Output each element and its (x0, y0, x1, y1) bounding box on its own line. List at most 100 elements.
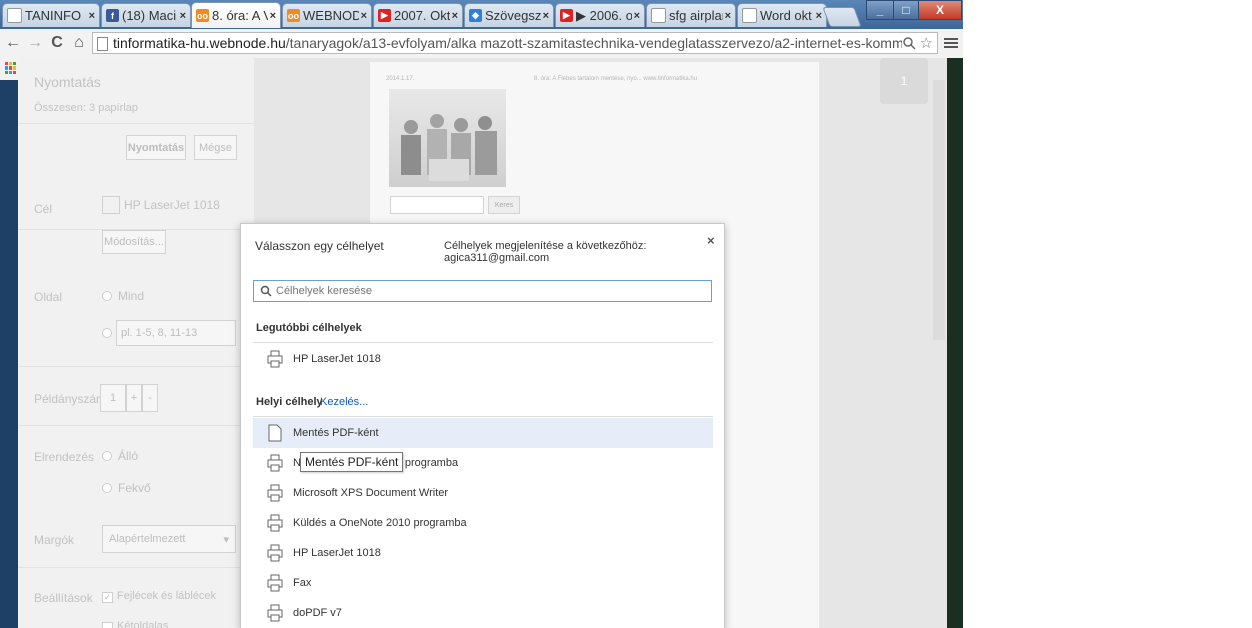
tab-active-lesson[interactable]: oo 8. óra: A V × (191, 2, 281, 28)
tab-sfg-airplan[interactable]: sfg airplan × (646, 3, 736, 27)
forward-arrow-icon: → (27, 34, 43, 51)
destination-hp-laserjet[interactable]: HP LaserJet 1018 (253, 538, 713, 568)
destination-name: doPDF v7 (293, 607, 342, 619)
copies-input[interactable]: 1 (100, 384, 126, 412)
tooltip: Mentés PDF-ként (300, 452, 404, 472)
tab-title: Word okt (760, 8, 812, 23)
printer-icon (267, 604, 283, 622)
minimize-button[interactable]: _ (866, 0, 894, 20)
close-tab-icon[interactable]: × (270, 10, 276, 22)
tab-title: sfg airplan (669, 8, 723, 23)
search-input[interactable] (272, 285, 711, 297)
destination-label: Cél (34, 202, 53, 216)
destination-xps-writer[interactable]: Microsoft XPS Document Writer (253, 478, 713, 508)
divider (18, 366, 254, 367)
divider (18, 567, 254, 568)
tab-dropbox[interactable]: ◆ Szövegsz × (464, 3, 554, 27)
pages-custom-radio[interactable] (102, 328, 112, 338)
url-text: tinformatika-hu.webnode.hu/tanaryagok/a1… (113, 35, 902, 51)
recent-destination-item[interactable]: HP LaserJet 1018 (253, 344, 713, 374)
close-tab-icon[interactable]: × (634, 10, 640, 22)
cancel-button[interactable]: Mégse (194, 135, 237, 160)
tab-webnode[interactable]: oo WEBNOD × (282, 3, 372, 27)
destination-name: Mentés PDF-ként (293, 427, 379, 439)
destination-onenote-2010[interactable]: Küldés a OneNote 2010 programba (253, 508, 713, 538)
destination-value: HP LaserJet 1018 (124, 198, 220, 212)
document-icon (267, 424, 283, 442)
back-arrow-icon: ← (5, 34, 21, 51)
browser-window: TANINFO × f (18) Maci × oo 8. óra: A V ×… (0, 0, 963, 628)
divider (18, 229, 254, 230)
close-tab-icon[interactable]: × (361, 10, 367, 22)
margins-select[interactable]: Alapértelmezett ▾ (102, 525, 236, 553)
margins-label: Margók (34, 533, 75, 547)
copies-increment-button[interactable]: + (126, 384, 142, 412)
forward-button[interactable]: → (25, 33, 45, 53)
empty-screen-area (963, 0, 1252, 628)
manage-link[interactable]: Kezelés... (320, 396, 368, 408)
tab-facebook[interactable]: f (18) Maci × (101, 3, 191, 27)
tab-word[interactable]: Word okt × (737, 3, 827, 27)
pages-all-radio[interactable] (102, 291, 112, 301)
pages-label: Oldal (34, 290, 63, 304)
back-button[interactable]: ← (3, 33, 23, 53)
reload-button[interactable]: C (47, 33, 67, 53)
close-tab-icon[interactable]: × (725, 10, 731, 22)
tab-taninfo[interactable]: TANINFO × (2, 3, 100, 27)
destination-search[interactable] (253, 280, 712, 302)
copies-label: Példányszám (34, 392, 107, 406)
destination-name: HP LaserJet 1018 (293, 353, 381, 365)
account-info: Célhelyek megjelenítése a következőhöz: … (444, 240, 647, 264)
printer-icon (267, 454, 283, 472)
preview-search-input (390, 196, 484, 214)
layout-portrait-radio[interactable] (102, 451, 112, 461)
two-sided-checkbox[interactable] (102, 622, 113, 628)
destination-fax[interactable]: Fax (253, 568, 713, 598)
close-tab-icon[interactable]: × (452, 10, 458, 22)
copies-decrement-button[interactable]: - (142, 384, 158, 412)
destination-dopdf[interactable]: doPDF v7 (253, 598, 713, 628)
close-window-button[interactable]: X (918, 0, 962, 20)
layout-portrait-label: Álló (118, 449, 139, 463)
change-destination-button[interactable]: Módosítás... (102, 230, 166, 254)
page-number-thumbnail[interactable]: 1 (880, 58, 928, 104)
divider (18, 123, 254, 124)
zoom-icon[interactable] (902, 36, 916, 50)
tab-title: WEBNOD (303, 8, 359, 23)
divider (253, 342, 713, 343)
new-tab-button[interactable] (822, 7, 862, 27)
apps-icon[interactable] (5, 62, 17, 74)
maximize-button[interactable]: □ (893, 0, 919, 20)
desktop-edge (947, 58, 963, 628)
youtube-icon: ▶ (560, 9, 573, 22)
pages-range-input[interactable]: pl. 1-5, 8, 11-13 (116, 320, 236, 346)
print-button[interactable]: Nyomtatás (126, 135, 186, 160)
webnode-icon: oo (196, 9, 209, 22)
close-tab-icon[interactable]: × (816, 10, 822, 22)
printer-icon (267, 350, 283, 368)
chrome-menu-icon[interactable] (944, 36, 958, 50)
close-tab-icon[interactable]: × (89, 10, 95, 22)
page-icon (742, 8, 757, 23)
close-tab-icon[interactable]: × (543, 10, 549, 22)
destination-save-as-pdf[interactable]: Mentés PDF-ként (253, 418, 713, 448)
page-number: 1 (900, 74, 908, 88)
tab-strip: TANINFO × f (18) Maci × oo 8. óra: A V ×… (0, 0, 963, 29)
close-tab-icon[interactable]: × (180, 10, 186, 22)
home-icon: ⌂ (74, 34, 84, 51)
students-photo (389, 89, 506, 187)
destination-name: HP LaserJet 1018 (293, 547, 381, 559)
printer-icon (267, 544, 283, 562)
close-icon[interactable]: × (707, 233, 715, 248)
headers-footers-label: Fejlécek és láblécek (117, 590, 217, 602)
tab-youtube-2007[interactable]: ▶ 2007. Okt × (373, 3, 463, 27)
preview-scrollbar[interactable] (933, 80, 945, 340)
home-button[interactable]: ⌂ (69, 33, 89, 53)
maximize-icon: □ (902, 3, 910, 17)
address-bar[interactable]: tinformatika-hu.webnode.hu/tanaryagok/a1… (92, 32, 938, 54)
preview-date: 2014.1.17. (386, 76, 415, 82)
bookmark-star-icon[interactable]: ☆ (920, 34, 933, 52)
layout-landscape-radio[interactable] (102, 483, 112, 493)
headers-footers-checkbox[interactable]: ✓ (102, 592, 113, 603)
tab-youtube-2006[interactable]: ▶ ▶ 2006. o × (555, 3, 645, 27)
